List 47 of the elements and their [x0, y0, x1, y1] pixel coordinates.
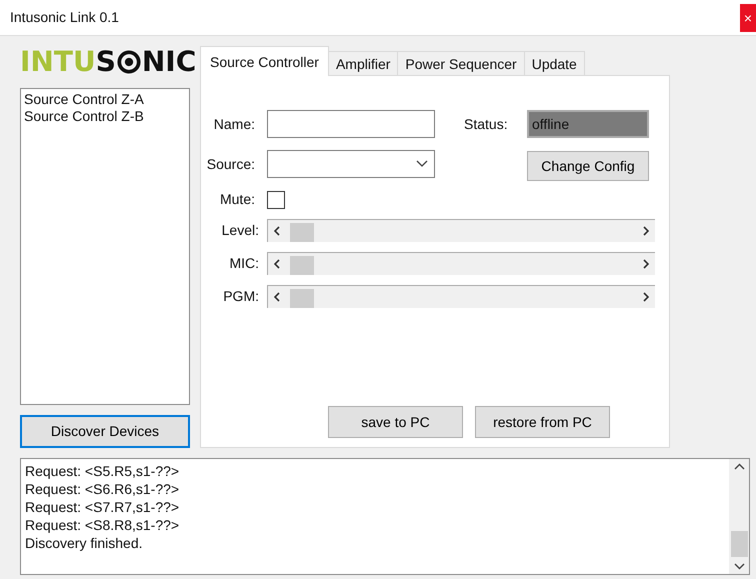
tab[interactable]: Update — [524, 51, 585, 76]
logo-text: S — [96, 44, 116, 80]
slider-thumb[interactable] — [290, 222, 314, 242]
change-config-button[interactable]: Change Config — [527, 151, 649, 181]
field-label: Status: — [464, 114, 509, 134]
device-list-item[interactable]: Source Control Z-B — [24, 108, 186, 125]
slider[interactable] — [267, 219, 655, 242]
chevron-up-icon — [734, 463, 744, 470]
chevron-down-icon — [734, 563, 744, 570]
status-field: offline — [527, 110, 649, 138]
restore-button[interactable]: restore from PC — [475, 406, 610, 438]
chevron-down-icon — [416, 160, 428, 168]
name-field[interactable] — [267, 110, 435, 138]
log-line: Request: <S5.R5,s1-??> — [25, 462, 180, 480]
slider-thumb[interactable] — [290, 256, 314, 274]
chevron-left-icon — [274, 292, 280, 302]
logo-text: NIC — [142, 44, 196, 80]
chevron-right-icon — [643, 226, 649, 236]
logo-text: INTU — [20, 44, 96, 80]
field-label: Mute: — [218, 190, 256, 209]
vertical-scrollbar[interactable] — [729, 459, 749, 574]
log-line: Request: <S8.R8,s1-??> — [25, 516, 180, 534]
slider[interactable] — [267, 252, 655, 275]
save-button[interactable]: save to PC — [328, 406, 463, 438]
scrollbar-thumb[interactable] — [730, 531, 748, 557]
field-label: PGM: — [222, 287, 260, 306]
tab[interactable]: Source Controller — [200, 46, 329, 76]
field-label: Name: — [212, 114, 256, 134]
slider[interactable] — [267, 285, 655, 308]
log-line: Discovery finished. — [25, 534, 144, 552]
field-label: Source: — [206, 154, 256, 174]
eye-icon — [116, 50, 141, 74]
chevron-right-icon — [643, 292, 649, 302]
slider-thumb[interactable] — [290, 288, 314, 308]
close-button[interactable]: × — [740, 4, 756, 32]
device-list-item[interactable]: Source Control Z-A — [24, 91, 186, 108]
window-title: Intusonic Link 0.1 — [10, 8, 119, 27]
log-line: Request: <S7.R7,s1-??> — [25, 498, 180, 516]
field-label: Level: — [220, 221, 260, 240]
chevron-left-icon — [274, 259, 280, 269]
chevron-right-icon — [643, 259, 649, 269]
source-dropdown[interactable] — [267, 150, 435, 178]
mute-checkbox[interactable] — [267, 190, 285, 208]
discover-devices-button[interactable]: Discover Devices — [20, 415, 190, 448]
chevron-left-icon — [274, 226, 280, 236]
log-line: Request: <S6.R6,s1-??> — [25, 480, 180, 498]
field-label: MIC: — [228, 254, 260, 273]
